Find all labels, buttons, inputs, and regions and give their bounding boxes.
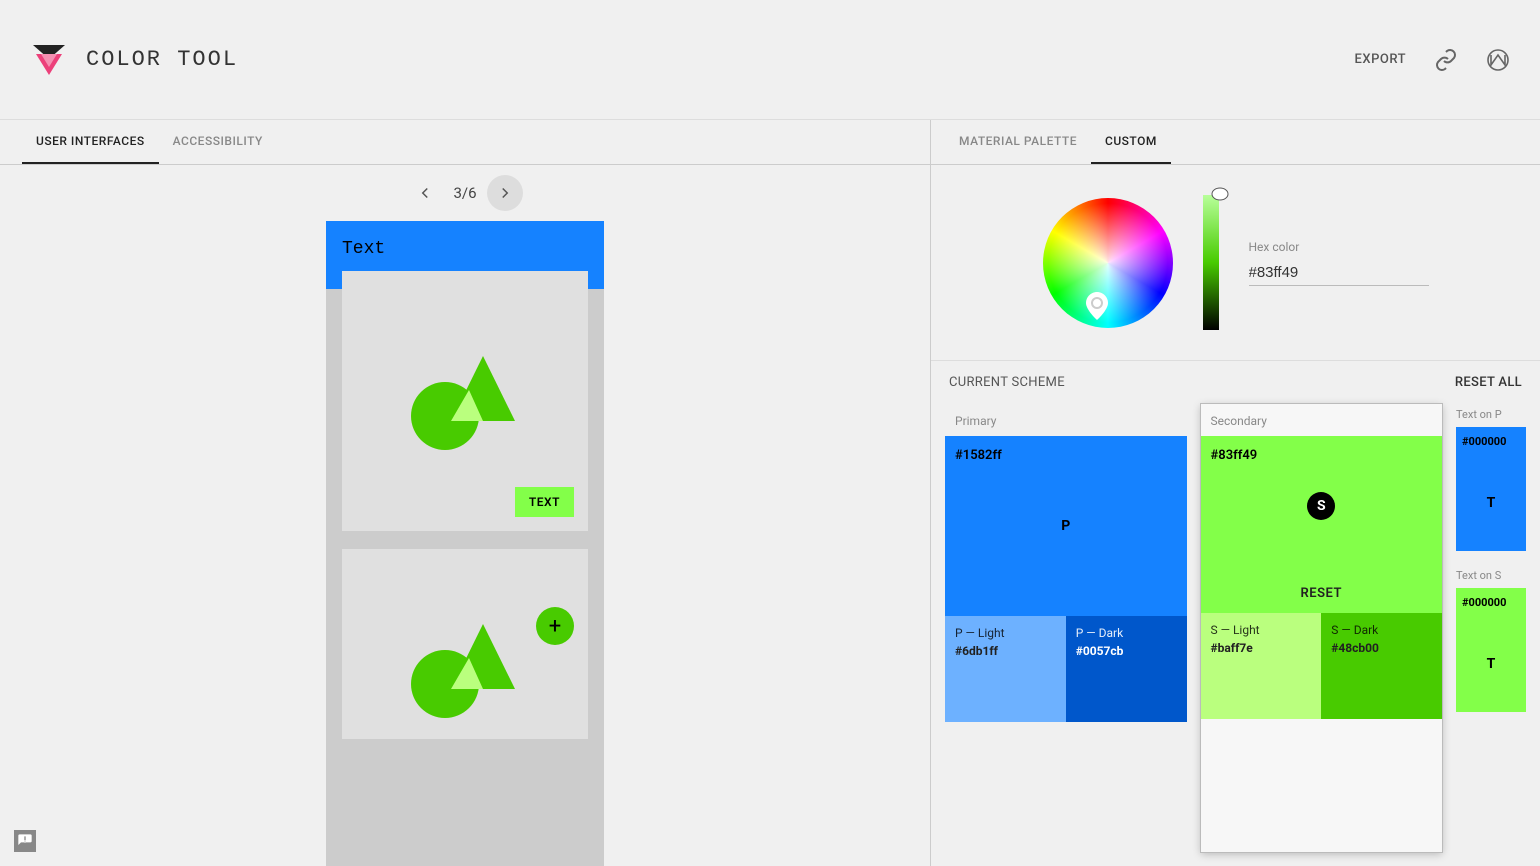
primary-column[interactable]: Primary #1582ff P P — Light #6db1ff P — … <box>945 404 1187 852</box>
app-logo <box>30 45 68 75</box>
preview-card: + <box>342 549 588 739</box>
pager-label: 3/6 <box>453 184 476 202</box>
right-tabs: MATERIAL PALETTE CUSTOM <box>931 120 1540 165</box>
tab-material-palette[interactable]: MATERIAL PALETTE <box>945 120 1091 164</box>
phone-appbar-title: Text <box>342 239 588 259</box>
secondary-light-hex: #baff7e <box>1211 641 1312 655</box>
preview-card: TEXT <box>342 271 588 531</box>
primary-title: Primary <box>945 414 1187 436</box>
secondary-light-label: S — Light <box>1211 623 1312 637</box>
brightness-handle-icon[interactable] <box>1211 187 1229 201</box>
export-button[interactable]: EXPORT <box>1355 52 1406 67</box>
primary-light-label: P — Light <box>955 626 1056 640</box>
plus-icon: + <box>549 614 561 639</box>
pager-prev-button[interactable] <box>407 175 443 211</box>
primary-letter: P <box>1061 518 1070 534</box>
shapes-icon <box>405 614 525 724</box>
secondary-title: Secondary <box>1201 414 1443 436</box>
secondary-dark-swatch[interactable]: S — Dark #48cb00 <box>1321 613 1442 719</box>
text-on-s-letter: T <box>1487 656 1496 672</box>
tab-custom[interactable]: CUSTOM <box>1091 120 1171 164</box>
primary-dark-label: P — Dark <box>1076 626 1177 640</box>
primary-light-swatch[interactable]: P — Light #6db1ff <box>945 616 1066 722</box>
brightness-slider[interactable] <box>1203 195 1219 330</box>
preview-pane: USER INTERFACES ACCESSIBILITY 3/6 Text <box>0 120 930 866</box>
hex-input[interactable] <box>1249 260 1429 286</box>
primary-dark-hex: #0057cb <box>1076 644 1177 658</box>
secondary-column[interactable]: Secondary #83ff49 S RESET S — Light #baf… <box>1201 404 1443 852</box>
text-on-s-title: Text on S <box>1456 565 1526 588</box>
scheme-title: CURRENT SCHEME <box>949 375 1065 390</box>
primary-hex: #1582ff <box>955 448 1002 463</box>
primary-dark-swatch[interactable]: P — Dark #0057cb <box>1066 616 1187 722</box>
primary-swatch[interactable]: #1582ff P <box>945 436 1187 616</box>
text-on-p-title: Text on P <box>1456 404 1526 427</box>
secondary-swatch[interactable]: #83ff49 S <box>1201 436 1443 576</box>
text-on-p-hex: #000000 <box>1462 435 1506 448</box>
secondary-dark-hex: #48cb00 <box>1331 641 1432 655</box>
secondary-hex: #83ff49 <box>1211 448 1258 463</box>
tab-user-interfaces[interactable]: USER INTERFACES <box>22 120 159 164</box>
pager-next-button[interactable] <box>487 175 523 211</box>
secondary-letter: S <box>1307 492 1335 520</box>
text-on-p-swatch[interactable]: #000000 T <box>1456 427 1526 551</box>
secondary-reset-button[interactable]: RESET <box>1201 574 1443 613</box>
scheme-pane: MATERIAL PALETTE CUSTOM Hex color CURR <box>930 120 1540 866</box>
primary-light-hex: #6db1ff <box>955 644 1056 658</box>
shapes-icon <box>405 346 525 456</box>
text-on-primary-column[interactable]: Text on P #000000 T <box>1456 404 1526 551</box>
secondary-dark-label: S — Dark <box>1331 623 1432 637</box>
text-on-s-hex: #000000 <box>1462 596 1506 609</box>
app-title: COLOR TOOL <box>86 47 238 72</box>
wheel-handle-icon[interactable] <box>1085 292 1109 320</box>
text-on-p-letter: T <box>1487 495 1496 511</box>
pager: 3/6 <box>0 165 930 221</box>
card-button[interactable]: TEXT <box>515 487 574 517</box>
fab-add-button[interactable]: + <box>536 607 574 645</box>
tab-accessibility[interactable]: ACCESSIBILITY <box>159 120 277 164</box>
reset-all-button[interactable]: RESET ALL <box>1455 375 1522 390</box>
hex-label: Hex color <box>1249 240 1429 254</box>
color-wheel[interactable] <box>1043 198 1173 328</box>
left-tabs: USER INTERFACES ACCESSIBILITY <box>0 120 930 165</box>
color-picker: Hex color <box>931 165 1540 360</box>
feedback-button[interactable] <box>14 830 36 852</box>
feedback-icon <box>17 833 33 849</box>
text-on-secondary-column[interactable]: Text on S #000000 T <box>1456 565 1526 712</box>
material-logo-icon[interactable] <box>1486 48 1510 72</box>
phone-mockup: Text TEXT <box>326 221 604 866</box>
secondary-light-swatch[interactable]: S — Light #baff7e <box>1201 613 1322 719</box>
app-header: COLOR TOOL EXPORT <box>0 0 1540 120</box>
link-icon[interactable] <box>1434 48 1458 72</box>
text-on-s-swatch[interactable]: #000000 T <box>1456 588 1526 712</box>
